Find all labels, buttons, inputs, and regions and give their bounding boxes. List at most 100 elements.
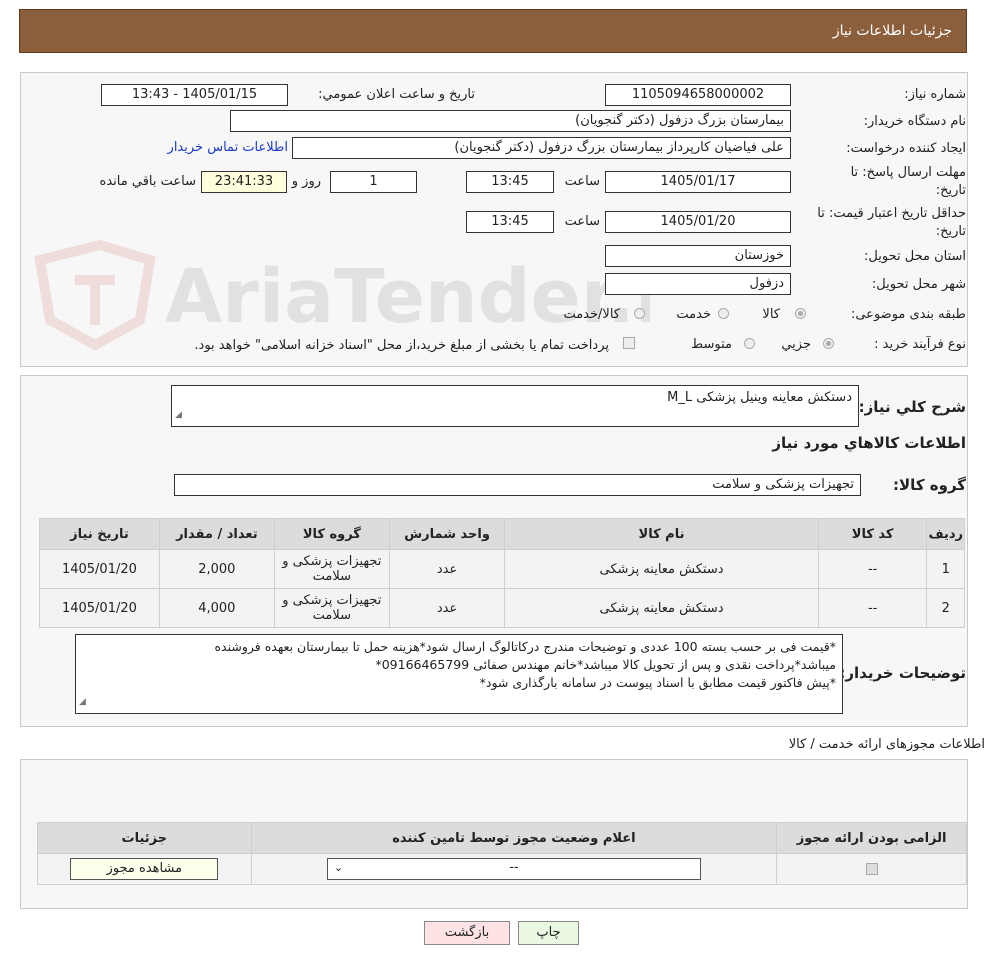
cell-qty: 2,000	[158, 549, 275, 589]
announce-label: تاریخ و ساعت اعلان عمومي:	[318, 87, 475, 102]
need-number-label: شماره نیاز:	[904, 87, 966, 102]
table-row: -- ⌄ مشاهده مجوز	[37, 853, 967, 885]
category-option-service: خدمت	[676, 307, 711, 322]
cell-qty: 4,000	[158, 588, 275, 628]
license-status-value: --	[509, 860, 519, 875]
license-details-cell: مشاهده مجوز	[37, 853, 252, 885]
validity-date-field: 1405/01/20	[605, 211, 791, 233]
province-label: استان محل تحویل:	[864, 249, 966, 264]
cell-name: دستکش معاینه پزشکی	[504, 549, 819, 589]
col-code: کد کالا	[817, 518, 928, 550]
buyer-notes-label: توضیحات خریدار:	[839, 664, 966, 682]
buyer-notes-textarea[interactable]: *قیمت فی بر حسب بسته 100 عددی و توضیحات …	[75, 634, 843, 714]
watermark-text: AriaTender.neT	[165, 254, 650, 340]
process-radio-minor[interactable]	[823, 338, 834, 349]
treasury-note: پرداخت تمام یا بخشی از مبلغ خرید،از محل …	[194, 338, 609, 353]
treasury-checkbox[interactable]	[623, 337, 635, 349]
cell-row: 1	[926, 549, 965, 589]
view-license-button[interactable]: مشاهده مجوز	[70, 858, 219, 880]
cell-date: 1405/01/20	[39, 588, 160, 628]
license-section-title: اطلاعات مجوزهای ارائه خدمت / کالا	[788, 737, 985, 752]
col-unit: واحد شمارش	[388, 518, 506, 550]
items-table: ردیف کد کالا نام کالا واحد شمارش گروه کا…	[39, 518, 965, 628]
cell-unit: عدد	[388, 588, 506, 628]
resize-grip-icon[interactable]: ◢	[175, 406, 182, 424]
remaining-label: ساعت باقي مانده	[99, 174, 196, 189]
process-option-minor: جزیي	[781, 337, 811, 352]
license-status-cell: -- ⌄	[250, 853, 778, 885]
validity-time-label: ساعت	[564, 214, 600, 229]
category-radio-goods[interactable]	[795, 308, 806, 319]
cell-group: تجهیزات پزشکی و سلامت	[273, 549, 390, 589]
category-label: طبقه بندی موضوعی:	[850, 307, 966, 322]
license-required-cell	[776, 853, 967, 885]
license-status-select[interactable]: -- ⌄	[326, 858, 701, 880]
cell-date: 1405/01/20	[39, 549, 160, 589]
table-row: 1 -- دستکش معاینه پزشکی عدد تجهیزات پزشک…	[39, 549, 965, 589]
table-row: 2 -- دستکش معاینه پزشکی عدد تجهیزات پزشک…	[39, 588, 965, 628]
page-title: جزئیات اطلاعات نیاز	[832, 23, 952, 39]
cell-code: --	[817, 588, 928, 628]
cell-name: دستکش معاینه پزشکی	[504, 588, 819, 628]
province-field: خوزستان	[605, 245, 791, 267]
resize-grip-icon[interactable]: ◢	[79, 693, 86, 711]
col-name: نام کالا	[504, 518, 819, 550]
deadline-label-date: تاریخ:	[935, 183, 966, 198]
col-group: گروه کالا	[273, 518, 390, 550]
cell-group: تجهیزات پزشکی و سلامت	[273, 588, 390, 628]
goods-group-label: گروه کالا:	[893, 476, 966, 494]
col-date: تاریخ نیاز	[39, 518, 160, 550]
buyer-org-label: نام دستگاه خریدار:	[863, 114, 966, 129]
category-radio-both[interactable]	[634, 308, 645, 319]
creator-field: علی فیاضیان کارپرداز بیمارستان بزرگ دزفو…	[292, 137, 791, 159]
validity-label-date: تاریخ:	[935, 224, 966, 239]
city-field: دزفول	[605, 273, 791, 295]
description-textarea[interactable]: دستکش معاینه وینیل پزشکی M_L ◢	[171, 385, 859, 427]
license-table: الزامی بودن ارائه مجوز اعلام وضعیت مجوز …	[37, 822, 967, 885]
deadline-time-field: 13:45	[466, 171, 554, 193]
watermark-logo: AriaTender.neT	[34, 240, 650, 350]
license-table-header: الزامی بودن ارائه مجوز اعلام وضعیت مجوز …	[37, 822, 967, 854]
description-text: دستکش معاینه وینیل پزشکی M_L	[667, 390, 852, 405]
days-label: روز و	[291, 174, 321, 189]
category-option-goods: کالا	[762, 307, 780, 322]
category-option-both: کالا/خدمت	[563, 307, 620, 322]
items-table-header: ردیف کد کالا نام کالا واحد شمارش گروه کا…	[39, 518, 965, 550]
process-radio-medium[interactable]	[744, 338, 755, 349]
chevron-down-icon: ⌄	[333, 861, 344, 874]
col-license-details: جزئیات	[37, 822, 252, 854]
deadline-time-label: ساعت	[564, 174, 600, 189]
cell-unit: عدد	[388, 549, 506, 589]
buyer-notes-line-2: میباشد*پرداخت نقدی و پس از تحویل کالا می…	[375, 657, 836, 672]
description-label: شرح کلي نیاز:	[858, 398, 966, 416]
city-label: شهر محل تحویل:	[871, 277, 966, 292]
process-option-medium: متوسط	[691, 337, 732, 352]
license-required-checkbox[interactable]	[865, 863, 878, 875]
print-button[interactable]: چاپ	[518, 921, 579, 945]
buyer-org-field: بیمارستان بزرگ دزفول (دکتر گنجویان)	[230, 110, 791, 132]
goods-info-title: اطلاعات کالاهاي مورد نیاز	[772, 434, 966, 452]
creator-label: ایجاد کننده درخواست:	[846, 141, 966, 156]
announce-date-field: 1405/01/15 - 13:43	[101, 84, 288, 106]
validity-label: حداقل تاریخ اعتبار قیمت: تا	[817, 206, 966, 221]
deadline-date-field: 1405/01/17	[605, 171, 791, 193]
buyer-contact-link[interactable]: اطلاعات تماس خریدار	[168, 140, 288, 155]
process-label: نوع فرآیند خرید :	[874, 337, 966, 352]
validity-time-field: 13:45	[466, 211, 554, 233]
cell-row: 2	[926, 588, 965, 628]
col-row: ردیف	[926, 518, 965, 550]
goods-group-field: تجهیزات پزشکی و سلامت	[174, 474, 861, 496]
page-header: جزئیات اطلاعات نیاز	[19, 9, 967, 53]
col-license-status: اعلام وضعیت مجوز توسط تامین کننده	[250, 822, 778, 854]
remaining-time-field: 23:41:33	[201, 171, 287, 193]
buyer-notes-line-1: *قیمت فی بر حسب بسته 100 عددی و توضیحات …	[214, 639, 836, 654]
back-button[interactable]: بازگشت	[424, 921, 510, 945]
days-field: 1	[330, 171, 417, 193]
col-qty: تعداد / مقدار	[158, 518, 275, 550]
deadline-label: مهلت ارسال پاسخ: تا	[850, 165, 966, 180]
category-radio-service[interactable]	[718, 308, 729, 319]
need-number-field: 1105094658000002	[605, 84, 791, 106]
cell-code: --	[817, 549, 928, 589]
col-license-required: الزامی بودن ارائه مجوز	[776, 822, 967, 854]
buyer-notes-line-3: *پیش فاکتور قیمت مطابق با اسناد پیوست در…	[479, 675, 836, 690]
